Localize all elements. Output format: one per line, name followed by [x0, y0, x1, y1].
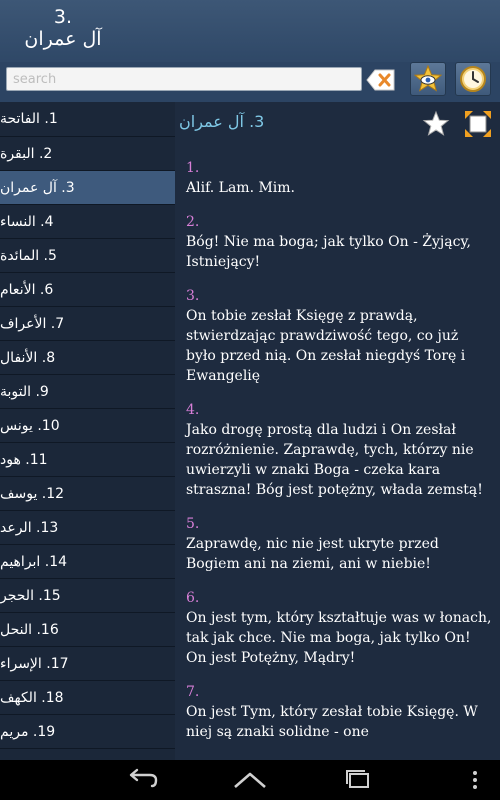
verse-text: On tobie zesłał Księgę z prawdą, stwierd…	[186, 308, 466, 384]
surah-list-item[interactable]: 15. الحجر	[0, 579, 175, 613]
star-icon	[422, 110, 450, 136]
app-title: 3. آل عمران	[18, 6, 108, 56]
surah-item-label: 14. ابراهيم	[0, 553, 68, 570]
verse-number: 6.	[186, 590, 200, 606]
surah-item-label: 4. النساء	[0, 213, 54, 230]
verse: 3. On tobie zesłał Księgę z prawdą, stwi…	[186, 286, 492, 386]
verse: 6. On jest tym, który kształtuje was w ł…	[186, 588, 492, 668]
bookmark-button[interactable]	[422, 110, 450, 138]
verse-text: Jako drogę prostą dla ludzi i On zesłał …	[186, 422, 483, 498]
fullscreen-icon	[465, 111, 491, 137]
surah-list-item[interactable]: 16. النحل	[0, 613, 175, 647]
back-icon	[129, 768, 158, 788]
surah-item-label: 18. الكهف	[0, 689, 64, 706]
surah-item-label: 8. الأنفال	[0, 349, 56, 366]
surah-item-label: 1. الفاتحة	[0, 111, 58, 127]
verse-number: 7.	[186, 684, 200, 700]
verse-text: On jest Tym, który zesłał tobie Księgę. …	[186, 704, 478, 740]
back-button[interactable]	[122, 768, 162, 792]
app-title-number: 3.	[53, 6, 73, 28]
recent-apps-icon	[346, 770, 369, 788]
surah-item-label: 16. النحل	[0, 621, 59, 638]
verse: 2. Bóg! Nie ma boga; jak tylko On - Żyją…	[186, 212, 492, 272]
app-header: 3. آل عمران	[0, 0, 500, 62]
app-title-name: آل عمران	[24, 28, 102, 50]
surah-list-item[interactable]: 19. مريم	[0, 715, 175, 749]
surah-item-label: 6. الأنعام	[0, 281, 54, 298]
clock-history-icon	[460, 66, 486, 92]
verse-number: 3.	[186, 288, 200, 304]
system-nav-bar	[0, 760, 500, 800]
surah-list-item-selected[interactable]: 3. آل عمران	[0, 171, 175, 205]
surah-list-item[interactable]: 12. يوسف	[0, 477, 175, 511]
overflow-menu-button[interactable]	[460, 768, 490, 792]
surah-item-label: 13. الرعد	[0, 519, 59, 536]
surah-item-label: 12. يوسف	[0, 485, 65, 502]
verse-number: 4.	[186, 402, 200, 418]
surah-title: 3. آل عمران	[179, 112, 265, 131]
surah-item-label: 17. الإسراء	[0, 655, 69, 672]
fullscreen-button[interactable]	[464, 110, 492, 138]
surah-list-item[interactable]: 6. الأنعام	[0, 273, 175, 307]
favorites-eye-icon	[414, 65, 442, 92]
surah-list-item[interactable]: 4. النساء	[0, 205, 175, 239]
surah-item-label: 10. يونس	[0, 417, 60, 434]
verse-text: Bóg! Nie ma boga; jak tylko On - Żyjący,…	[186, 234, 471, 270]
surah-list-item[interactable]: 9. التوبة	[0, 375, 175, 409]
verse: 7. On jest Tym, który zesłał tobie Księg…	[186, 682, 492, 742]
surah-list-item[interactable]: 13. الرعد	[0, 511, 175, 545]
surah-list-item[interactable]: 17. الإسراء	[0, 647, 175, 681]
surah-item-label: 9. التوبة	[0, 383, 49, 400]
verse-number: 5.	[186, 516, 200, 532]
verse-number: 2.	[186, 214, 200, 230]
surah-list-item[interactable]: 1. الفاتحة	[0, 102, 175, 137]
search-input[interactable]	[6, 67, 362, 91]
surah-list-item[interactable]: 2. البقرة	[0, 137, 175, 171]
surah-item-label: 5. المائدة	[0, 247, 57, 264]
history-button[interactable]	[455, 62, 491, 96]
clear-search-button[interactable]	[366, 69, 396, 91]
surah-content: 3. آل عمران 1. Alif. Lam. Mim. 2. Bóg! N…	[175, 102, 500, 760]
surah-list-item[interactable]: 14. ابراهيم	[0, 545, 175, 579]
delete-backspace-icon	[366, 69, 395, 91]
search-toolbar	[0, 62, 500, 103]
home-button[interactable]	[230, 768, 270, 792]
surah-item-label: 2. البقرة	[0, 145, 53, 162]
home-icon	[234, 772, 266, 788]
surah-list-item[interactable]: 8. الأنفال	[0, 341, 175, 375]
surah-item-label: 19. مريم	[0, 723, 56, 740]
surah-item-label: 15. الحجر	[0, 587, 61, 604]
surah-item-label: 3. آل عمران	[0, 179, 75, 196]
overflow-menu-icon	[473, 771, 477, 789]
verse: 5. Zaprawdę, nic nie jest ukryte przed B…	[186, 514, 492, 574]
surah-item-label: 7. الأعراف	[0, 315, 65, 332]
verse-list: 1. Alif. Lam. Mim. 2. Bóg! Nie ma boga; …	[186, 158, 492, 756]
surah-list-item[interactable]: 5. المائدة	[0, 239, 175, 273]
surah-list-item[interactable]: 10. يونس	[0, 409, 175, 443]
verse: 4. Jako drogę prostą dla ludzi i On zesł…	[186, 400, 492, 500]
verse-text: On jest tym, który kształtuje was w łona…	[186, 610, 492, 666]
recent-apps-button[interactable]	[338, 768, 378, 792]
surah-list: 1. الفاتحة 2. البقرة 3. آل عمران 4. النس…	[0, 102, 175, 760]
surah-list-item[interactable]: 18. الكهف	[0, 681, 175, 715]
favorites-button[interactable]	[410, 62, 446, 96]
verse-text: Zaprawdę, nic nie jest ukryte przed Bogi…	[186, 536, 439, 572]
verse-text: Alif. Lam. Mim.	[186, 180, 296, 196]
verse: 1. Alif. Lam. Mim.	[186, 158, 492, 198]
verse-number: 1.	[186, 160, 200, 176]
surah-list-item[interactable]: 7. الأعراف	[0, 307, 175, 341]
surah-list-item[interactable]: 11. هود	[0, 443, 175, 477]
surah-item-label: 11. هود	[0, 451, 48, 468]
